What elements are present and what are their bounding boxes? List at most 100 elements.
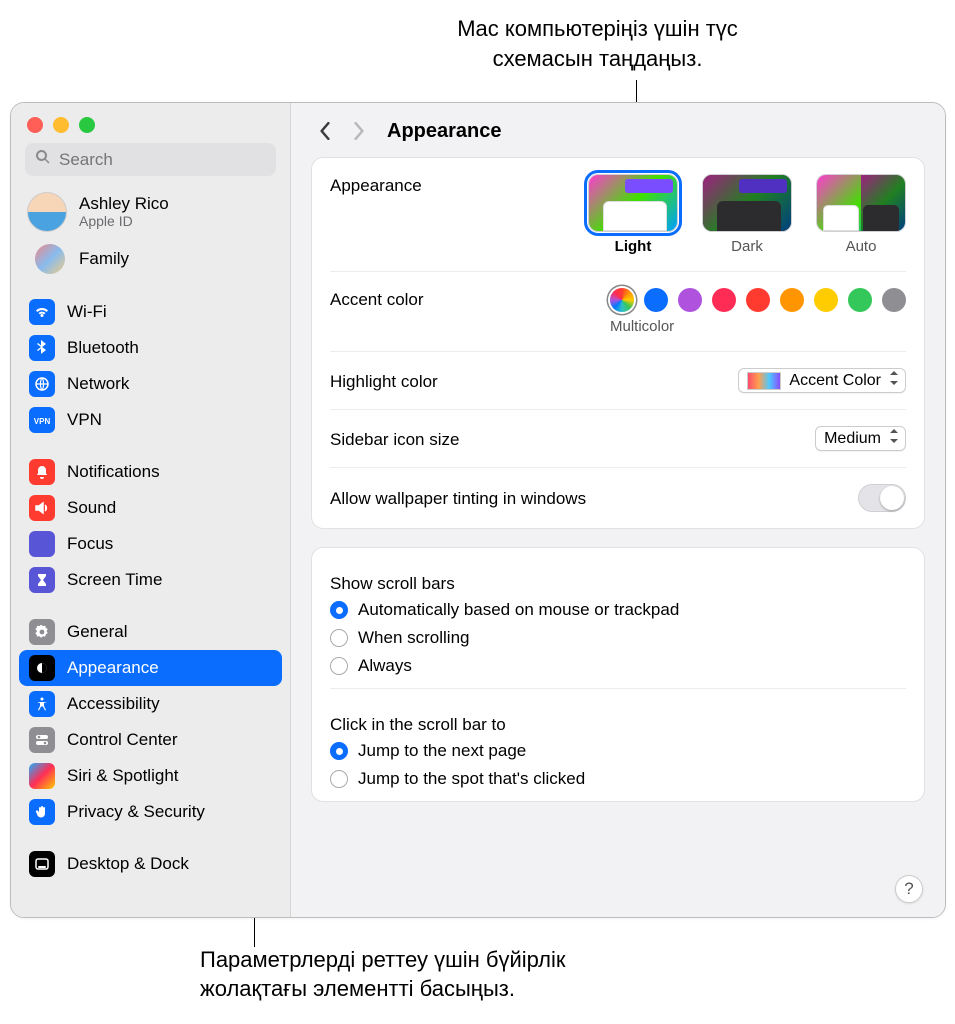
siri-icon [29, 763, 55, 789]
tinting-toggle[interactable] [858, 484, 906, 512]
accent-color-8[interactable] [882, 288, 906, 312]
appearance-option-light[interactable]: Light [588, 174, 678, 255]
help-button[interactable]: ? [895, 875, 923, 903]
hand-icon [29, 799, 55, 825]
nav-forward-button[interactable] [347, 119, 371, 143]
appearance-option-label: Light [615, 238, 652, 255]
close-window-button[interactable] [27, 117, 43, 133]
apple-id-row[interactable]: Ashley Rico Apple ID [11, 186, 290, 238]
nav-back-button[interactable] [313, 119, 337, 143]
search-input[interactable] [59, 150, 280, 170]
highlight-label: Highlight color [330, 370, 718, 392]
sidebar-item-general[interactable]: General [11, 614, 290, 650]
sidebar-size-label: Sidebar icon size [330, 428, 795, 450]
highlight-value: Accent Color [789, 372, 881, 390]
minimize-window-button[interactable] [53, 117, 69, 133]
sidebar-item-label: Siri & Spotlight [67, 766, 179, 786]
sidebar-item-sound[interactable]: Sound [11, 490, 290, 526]
appearance-option-label: Auto [846, 238, 877, 255]
sidebar-item-label: VPN [67, 410, 102, 430]
accent-color-4[interactable] [746, 288, 770, 312]
radio-icon [330, 742, 348, 760]
user-avatar [27, 192, 67, 232]
sidebar-item-label: Accessibility [67, 694, 160, 714]
wifi-icon [29, 299, 55, 325]
accent-color-2[interactable] [678, 288, 702, 312]
hourglass-icon [29, 567, 55, 593]
scroll-click-block: Click in the scroll bar to Jump to the n… [330, 689, 906, 801]
chevron-updown-icon [889, 371, 899, 390]
family-icon [35, 244, 65, 274]
sidebar-item-siri-spotlight[interactable]: Siri & Spotlight [11, 758, 290, 794]
zoom-window-button[interactable] [79, 117, 95, 133]
tinting-row: Allow wallpaper tinting in windows [330, 468, 906, 528]
callout-bottom: Параметрлерді реттеу үшін бүйірлік жолақ… [200, 945, 566, 1004]
scroll-show-option-1[interactable]: When scrolling [330, 628, 906, 648]
sidebar-item-label: Bluetooth [67, 338, 139, 358]
accent-color-0[interactable] [610, 288, 634, 312]
sidebar-item-focus[interactable]: Focus [11, 526, 290, 562]
highlight-select[interactable]: Accent Color [738, 368, 906, 393]
sidebar-item-screen-time[interactable]: Screen Time [11, 562, 290, 598]
sidebar-item-label: General [67, 622, 127, 642]
sidebar-item-label: Sound [67, 498, 116, 518]
scroll-show-label: Show scroll bars [330, 560, 906, 594]
scroll-click-label: Click in the scroll bar to [330, 701, 906, 735]
scroll-show-option-label: When scrolling [358, 628, 470, 648]
accent-colors [610, 288, 906, 312]
sidebar-item-wi-fi[interactable]: Wi-Fi [11, 294, 290, 330]
scroll-click-option-1[interactable]: Jump to the spot that's clicked [330, 769, 906, 789]
accent-color-3[interactable] [712, 288, 736, 312]
scroll-show-option-2[interactable]: Always [330, 656, 906, 676]
scroll-show-group: Automatically based on mouse or trackpad… [330, 600, 906, 676]
highlight-swatch [747, 372, 781, 390]
accent-color-1[interactable] [644, 288, 668, 312]
sidebar-item-notifications[interactable]: Notifications [11, 454, 290, 490]
sidebar-item-label: Appearance [67, 658, 159, 678]
callout-top: Mac компьютеріңіз үшін түс схемасын таңд… [0, 14, 955, 73]
appearance-option-dark[interactable]: Dark [702, 174, 792, 255]
accent-color-6[interactable] [814, 288, 838, 312]
content-pane: Appearance Appearance Light Dark [291, 103, 945, 917]
sidebar-item-label: Screen Time [67, 570, 162, 590]
search-field[interactable] [25, 143, 276, 176]
scroll-show-block: Show scroll bars Automatically based on … [330, 548, 906, 689]
sidebar-size-value: Medium [824, 430, 881, 448]
scroll-show-option-0[interactable]: Automatically based on mouse or trackpad [330, 600, 906, 620]
radio-icon [330, 657, 348, 675]
sidebar-item-accessibility[interactable]: Accessibility [11, 686, 290, 722]
appearance-option-auto[interactable]: Auto [816, 174, 906, 255]
page-title: Appearance [387, 120, 502, 143]
scroll-click-option-0[interactable]: Jump to the next page [330, 741, 906, 761]
appearance-panel: Appearance Light Dark Auto [311, 157, 925, 529]
sidebar-item-bluetooth[interactable]: Bluetooth [11, 330, 290, 366]
speaker-icon [29, 495, 55, 521]
globe-icon [29, 371, 55, 397]
sidebar-item-privacy-security[interactable]: Privacy & Security [11, 794, 290, 830]
sidebar-item-desktop-dock[interactable]: Desktop & Dock [11, 846, 290, 882]
accent-color-5[interactable] [780, 288, 804, 312]
sidebar-size-select[interactable]: Medium [815, 426, 906, 451]
tinting-label: Allow wallpaper tinting in windows [330, 487, 838, 509]
sidebar-item-appearance[interactable]: Appearance [19, 650, 282, 686]
radio-icon [330, 629, 348, 647]
vpn-icon: VPN [29, 407, 55, 433]
content-toolbar: Appearance [291, 103, 945, 157]
sidebar-item-control-center[interactable]: Control Center [11, 722, 290, 758]
sidebar-item-label: Focus [67, 534, 113, 554]
sidebar-item-network[interactable]: Network [11, 366, 290, 402]
accent-color-7[interactable] [848, 288, 872, 312]
appearance-option-label: Dark [731, 238, 763, 255]
sidebar-item-vpn[interactable]: VPN VPN [11, 402, 290, 438]
accent-label: Accent color [330, 288, 590, 310]
accent-row: Accent color Multicolor [330, 272, 906, 352]
bluetooth-icon [29, 335, 55, 361]
sidebar-size-row: Sidebar icon size Medium [330, 410, 906, 468]
switches-icon [29, 727, 55, 753]
user-name: Ashley Rico [79, 195, 169, 214]
family-row[interactable]: Family [11, 238, 290, 286]
appearance-options: Light Dark Auto [588, 174, 906, 255]
window-controls [11, 103, 290, 143]
sidebar-item-label: Wi-Fi [67, 302, 107, 322]
sidebar-item-label: Privacy & Security [67, 802, 205, 822]
